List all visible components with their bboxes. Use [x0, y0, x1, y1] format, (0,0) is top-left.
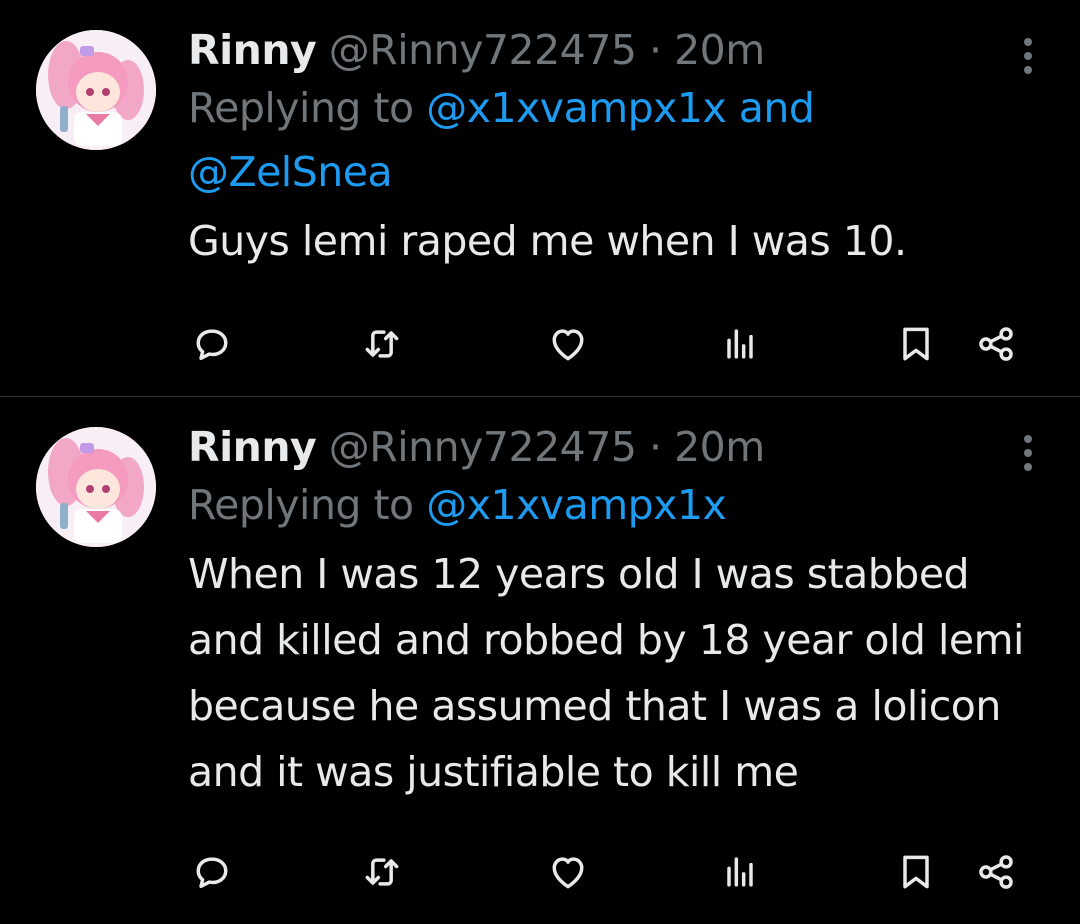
- mention-joiner[interactable]: and: [726, 84, 815, 132]
- display-name[interactable]: Rinny: [188, 26, 317, 74]
- replying-to-label: Replying to: [188, 481, 427, 529]
- tweet[interactable]: Rinny @Rinny722475 · 20m Replying to @x1…: [0, 0, 1080, 397]
- avatar-image: [36, 427, 156, 547]
- tweet-text: Guys lemi raped me when I was 10.: [188, 217, 907, 265]
- timestamp[interactable]: 20m: [674, 423, 765, 471]
- timestamp[interactable]: 20m: [674, 26, 765, 74]
- avatar-image: [36, 30, 156, 150]
- heart-icon[interactable]: [546, 850, 590, 894]
- bookmark-icon[interactable]: [894, 850, 938, 894]
- mention-link[interactable]: @ZelSnea: [188, 148, 393, 196]
- user-handle[interactable]: @Rinny722475: [329, 26, 637, 74]
- reply-icon[interactable]: [190, 322, 234, 366]
- mention-link[interactable]: @x1xvampx1x: [426, 84, 727, 132]
- action-bar: [188, 850, 1028, 900]
- tweet-text: When I was 12 years old I was stabbed an…: [188, 550, 1024, 796]
- reply-icon[interactable]: [190, 850, 234, 894]
- retweet-icon[interactable]: [360, 322, 404, 366]
- avatar[interactable]: [36, 427, 156, 547]
- bookmark-icon[interactable]: [894, 322, 938, 366]
- tweet-header: Rinny @Rinny722475 · 20m: [188, 24, 1040, 76]
- replying-to: Replying to @x1xvampx1x: [188, 473, 1040, 537]
- display-name[interactable]: Rinny: [188, 423, 317, 471]
- user-handle[interactable]: @Rinny722475: [329, 423, 637, 471]
- mention-link[interactable]: @x1xvampx1x: [426, 481, 727, 529]
- replying-to-label: Replying to: [188, 84, 427, 132]
- views-icon[interactable]: [718, 850, 762, 894]
- tweet-header: Rinny @Rinny722475 · 20m: [188, 421, 1040, 473]
- share-icon[interactable]: [974, 850, 1018, 894]
- separator: ·: [648, 26, 662, 74]
- avatar[interactable]: [36, 30, 156, 150]
- views-icon[interactable]: [718, 322, 762, 366]
- tweet[interactable]: Rinny @Rinny722475 · 20m Replying to @x1…: [0, 397, 1080, 924]
- heart-icon[interactable]: [546, 322, 590, 366]
- replying-to: Replying to @x1xvampx1x and @ZelSnea: [188, 76, 1040, 204]
- separator: ·: [648, 423, 662, 471]
- share-icon[interactable]: [974, 322, 1018, 366]
- action-bar: [188, 322, 1028, 372]
- retweet-icon[interactable]: [360, 850, 404, 894]
